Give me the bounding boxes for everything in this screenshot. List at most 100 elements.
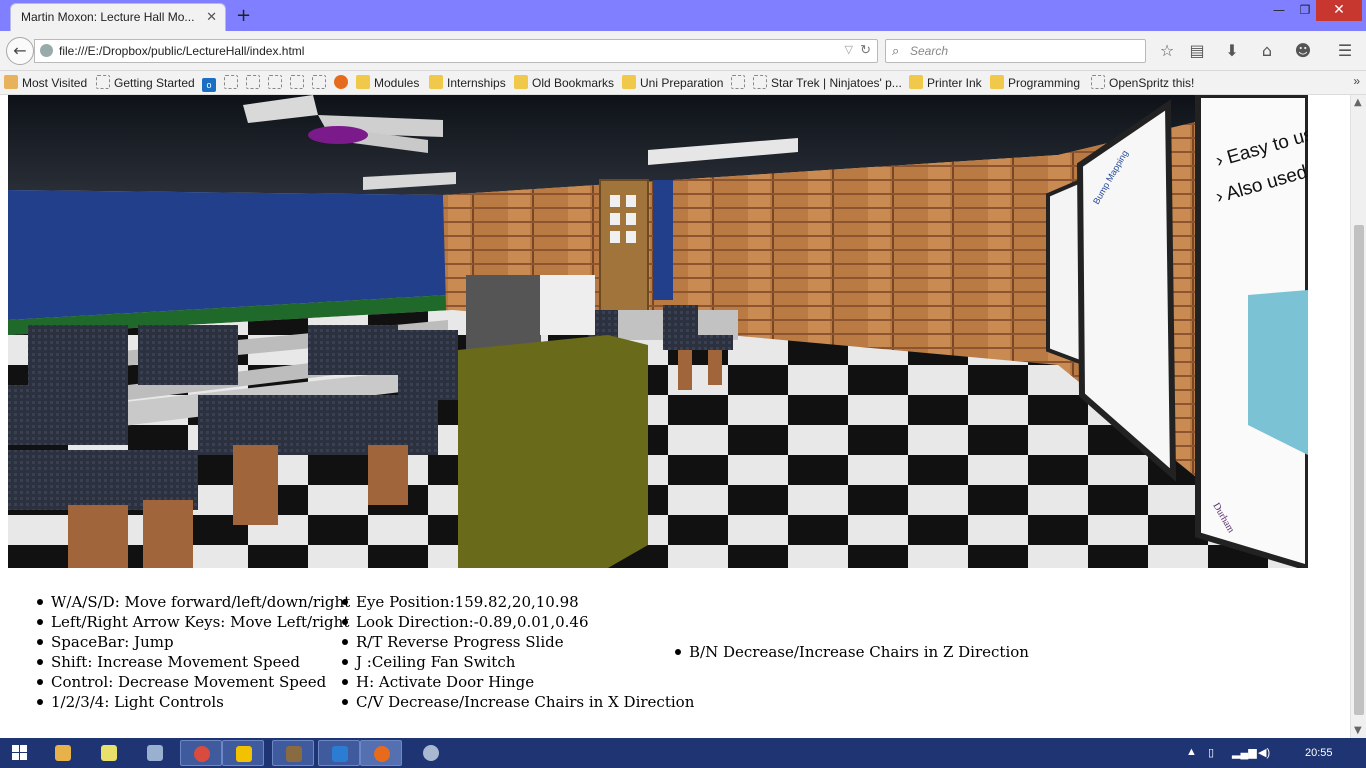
search-input[interactable]: ⌕ Search — [885, 39, 1146, 63]
chevron-right-icon[interactable]: » — [1353, 74, 1360, 88]
emoji-icon[interactable]: ☻ — [1292, 41, 1314, 61]
window-close-icon[interactable]: ✕ — [1316, 0, 1362, 21]
controls-list-1: W/A/S/D: Move forward/left/down/right Le… — [37, 592, 350, 712]
bookmark-uni-preparation[interactable]: Uni Preparation — [622, 75, 723, 90]
bookmark-old-bookmarks[interactable]: Old Bookmarks — [514, 75, 614, 90]
lectern-monitor — [466, 275, 541, 350]
window — [653, 180, 673, 300]
chat-icon[interactable] — [222, 740, 264, 766]
webgl-canvas[interactable]: Bump Mapping › Easy to use w › Also used… — [8, 95, 1308, 568]
list-item: Eye Position:159.82,20,10.98 — [342, 592, 694, 612]
media-icon[interactable] — [272, 740, 314, 766]
menu-icon[interactable]: ☰ — [1334, 41, 1356, 61]
controls-list-2: Eye Position:159.82,20,10.98 Look Direct… — [342, 592, 694, 712]
vertical-scrollbar[interactable]: ▲ ▼ — [1350, 95, 1366, 738]
folder-icon — [990, 75, 1004, 89]
list-item: R/T Reverse Progress Slide — [342, 632, 694, 652]
search-placeholder: Search — [910, 44, 949, 58]
bookmark-label: OpenSpritz this! — [1109, 76, 1195, 90]
close-tab-icon[interactable]: ✕ — [206, 9, 217, 25]
list-item: C/V Decrease/Increase Chairs in X Direct… — [342, 692, 694, 712]
blank-page-icon — [224, 75, 238, 89]
door-window — [610, 231, 620, 243]
firefox-icon[interactable] — [360, 740, 402, 766]
search-icon: ⌕ — [892, 43, 900, 58]
tab-title: Martin Moxon: Lecture Hall Mo... — [21, 10, 195, 24]
star-icon[interactable]: ☆ — [1156, 41, 1178, 61]
bookmark-blank-3[interactable] — [268, 75, 286, 90]
bookmark-blank-2[interactable] — [246, 75, 264, 90]
list-item: W/A/S/D: Move forward/left/down/right — [37, 592, 350, 612]
bookmark-fire[interactable] — [334, 75, 352, 90]
chrome-icon[interactable] — [180, 740, 222, 766]
bookmark-programming[interactable]: Programming — [990, 75, 1080, 90]
reading-list-icon[interactable]: ▤ — [1186, 41, 1208, 61]
word-icon[interactable] — [318, 740, 360, 766]
bookmark-blank-5[interactable] — [312, 75, 330, 90]
bookmark-getting-started[interactable]: Getting Started — [96, 75, 195, 90]
list-item: Shift: Increase Movement Speed — [37, 652, 350, 672]
browser-tab[interactable]: Martin Moxon: Lecture Hall Mo... ✕ — [10, 3, 226, 31]
dropdown-icon[interactable]: ▽ — [845, 43, 853, 56]
bookmark-label: Uni Preparation — [640, 76, 724, 90]
lectern-screen — [540, 275, 595, 335]
ceiling-fan-hub — [308, 126, 368, 144]
signal-icon[interactable]: ▂▄▆ — [1232, 746, 1257, 759]
blank-page-icon — [96, 75, 110, 89]
bookmark-star-trek[interactable]: Star Trek | Ninjatoes' p... — [753, 75, 902, 90]
list-item: J :Ceiling Fan Switch — [342, 652, 694, 672]
file-explorer-icon[interactable] — [42, 740, 84, 766]
fire-icon — [334, 75, 348, 89]
title-bar: Martin Moxon: Lecture Hall Mo... ✕ + — ❐… — [0, 0, 1366, 31]
bookmark-most-visited[interactable]: Most Visited — [4, 75, 87, 90]
notepad-icon[interactable] — [88, 740, 130, 766]
bookmark-label: Modules — [374, 76, 420, 90]
device-icon[interactable]: ▯ — [1208, 746, 1214, 759]
bookmark-openspritz[interactable]: OpenSpritz this! — [1091, 75, 1194, 90]
list-item: B/N Decrease/Increase Chairs in Z Direct… — [675, 642, 1029, 662]
bookmark-label: Most Visited — [22, 76, 88, 90]
bookmark-label: Old Bookmarks — [532, 76, 615, 90]
bookmark-label: Programming — [1008, 76, 1081, 90]
folder-icon — [356, 75, 370, 89]
scroll-up-icon[interactable]: ▲ — [1354, 97, 1362, 108]
home-icon[interactable]: ⌂ — [1256, 41, 1278, 61]
bookmark-modules[interactable]: Modules — [356, 75, 419, 90]
scroll-thumb[interactable] — [1354, 225, 1364, 715]
blank-page-icon — [312, 75, 326, 89]
door-window — [610, 213, 620, 225]
bookmark-blank-1[interactable] — [224, 75, 242, 90]
plus-icon[interactable]: + — [236, 5, 251, 26]
bookmark-label: Internships — [447, 76, 506, 90]
door-window — [626, 213, 636, 225]
volume-icon[interactable]: ◀) — [1258, 746, 1270, 759]
windows-start-icon[interactable] — [12, 745, 28, 761]
list-item: Look Direction:-0.89,0.01,0.46 — [342, 612, 694, 632]
blank-page-icon — [1091, 75, 1105, 89]
folder-icon — [909, 75, 923, 89]
bookmark-printer-ink[interactable]: Printer Ink — [909, 75, 982, 90]
url-bar[interactable]: file:///E:/Dropbox/public/LectureHall/in… — [34, 39, 878, 63]
bookmark-outlook[interactable]: o — [202, 75, 220, 92]
bookmark-label: Getting Started — [114, 76, 195, 90]
tool-icon[interactable] — [410, 740, 452, 766]
bookmark-internships[interactable]: Internships — [429, 75, 506, 90]
tray-expand-icon[interactable]: ▲ — [1186, 746, 1197, 758]
bookmark-blank-4[interactable] — [290, 75, 308, 90]
scroll-down-icon[interactable]: ▼ — [1354, 725, 1362, 736]
clock[interactable]: 20:55 — [1305, 747, 1333, 759]
lectern — [458, 335, 648, 568]
back-button[interactable]: ← — [6, 37, 34, 65]
taskbar: ▲ ▯ ▂▄▆ ◀) 20:55 — [0, 738, 1366, 768]
download-icon[interactable]: ⬇ — [1221, 41, 1243, 61]
bookmark-label: Printer Ink — [927, 76, 982, 90]
bookmarks-bar: Most Visited Getting Started o Modules I… — [0, 71, 1366, 95]
folder-icon — [622, 75, 636, 89]
reload-icon[interactable]: ↻ — [860, 42, 871, 58]
remote-desktop-icon[interactable] — [134, 740, 176, 766]
list-item: SpaceBar: Jump — [37, 632, 350, 652]
outlook-icon: o — [202, 78, 216, 92]
door-window — [610, 195, 620, 207]
bookmark-blank-6[interactable] — [731, 75, 749, 90]
list-item: H: Activate Door Hinge — [342, 672, 694, 692]
